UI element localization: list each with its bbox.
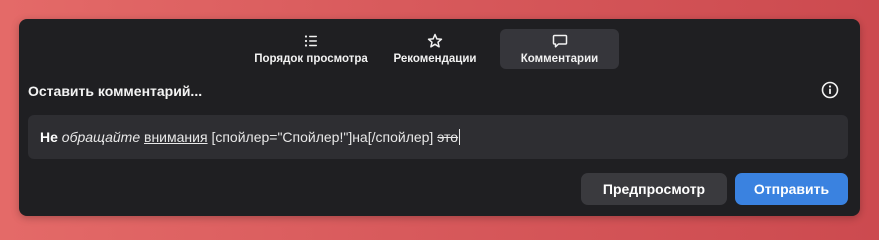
italic-text: обращайте [61,129,141,145]
star-icon [427,33,443,48]
plain-text: [спойлер="Спойлер!"]на[/спойлер] [207,129,438,145]
tab-label: Порядок просмотра [254,53,368,65]
tab-label: Рекомендации [393,53,477,65]
preview-button[interactable]: Предпросмотр [581,173,727,205]
info-icon[interactable] [821,81,839,99]
strikethrough-text: это [437,129,459,145]
list-icon [304,35,317,47]
comment-form-heading: Оставить комментарий... [28,83,203,99]
bold-text: Не [40,129,58,145]
comments-panel: Порядок просмотра Рекомендации Комментар… [19,19,860,216]
text-caret [459,129,461,145]
underlined-text: внимания [144,129,208,145]
tab-watch-order[interactable]: Порядок просмотра [251,29,371,69]
tab-bar: Порядок просмотра Рекомендации Комментар… [19,29,860,69]
tab-label: Комментарии [520,53,599,65]
tab-recommendations[interactable]: Рекомендации [383,29,487,69]
tab-comments[interactable]: Комментарии [500,29,619,69]
comment-icon [552,34,567,48]
send-button[interactable]: Отправить [735,173,848,205]
comment-input[interactable]: Не обращайте внимания [спойлер="Спойлер!… [28,115,848,159]
